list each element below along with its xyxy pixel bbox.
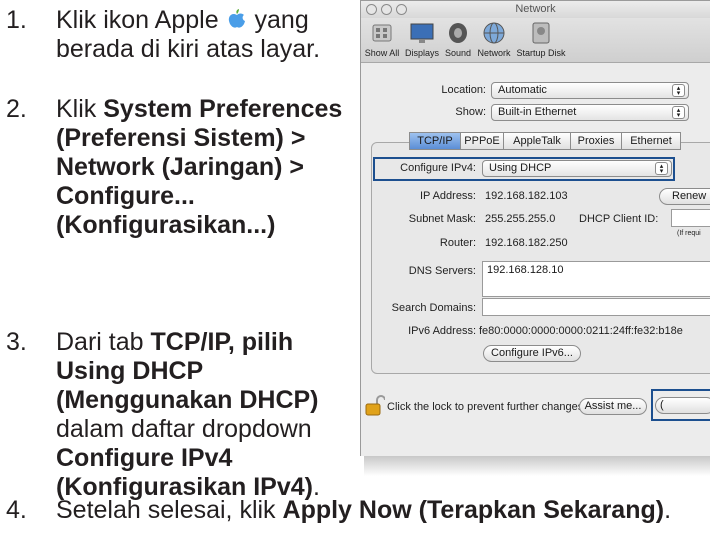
ip-address-value: 192.168.182.103 — [485, 190, 568, 202]
toolbar-startup-disk[interactable]: Startup Disk — [515, 20, 567, 58]
step-text-part: Klik ikon Apple — [56, 6, 219, 34]
lock-text: Click the lock to prevent further change… — [387, 401, 587, 413]
show-select[interactable]: Built-in Ethernet ▴ ▾ — [491, 104, 689, 121]
dns-servers-input[interactable]: 192.168.128.10 — [482, 261, 710, 297]
search-domains-label: Search Domains: — [391, 302, 476, 314]
toolbar-label: Network — [477, 48, 511, 58]
location-select[interactable]: Automatic ▴ ▾ — [491, 82, 689, 99]
router-value: 192.168.182.250 — [485, 237, 568, 249]
minimize-window-button[interactable] — [381, 4, 392, 15]
step-text-part: Setelah selesai, klik — [56, 496, 276, 524]
speaker-icon — [449, 23, 467, 43]
step-text-bold: Apply Now (Terapkan Sekarang) — [282, 496, 665, 524]
apple-icon — [228, 9, 245, 28]
toolbar-label: Show All — [364, 48, 400, 58]
step-text: Setelah selesai, klik Apply Now (Terapka… — [56, 496, 710, 525]
renew-dhcp-button[interactable]: Renew D — [659, 188, 710, 205]
window-shadow — [364, 456, 710, 476]
toolbar: Show All Displays Sound Network Startup … — [361, 18, 710, 63]
step-number: 3. — [6, 328, 27, 356]
configure-ipv4-select[interactable]: Using DHCP ▴ ▾ — [482, 160, 672, 177]
tab-proxies[interactable]: Proxies — [570, 132, 622, 150]
step-number: 1. — [6, 6, 27, 34]
window-title: Network — [515, 3, 556, 15]
globe-icon — [483, 22, 505, 44]
show-label: Show: — [455, 106, 486, 118]
title-bar: Network — [361, 1, 710, 18]
step-text-part: dalam daftar dropdown — [56, 415, 312, 443]
ip-address-label: IP Address: — [419, 190, 476, 202]
step-text: Klik ikon Apple yang berada di kiri atas… — [56, 6, 356, 64]
toolbar-label: Displays — [404, 48, 439, 58]
toolbar-network[interactable]: Network — [475, 20, 513, 58]
router-label: Router: — [439, 237, 476, 249]
disk-icon — [532, 22, 550, 44]
dns-servers-value: 192.168.128.10 — [487, 264, 564, 276]
ipv6-address-label: IPv6 Address: — [408, 325, 476, 337]
subnet-mask-label: Subnet Mask: — [408, 213, 476, 225]
dhcp-client-id-input[interactable] — [671, 209, 710, 227]
updown-arrows-icon: ▴ ▾ — [672, 84, 685, 97]
toolbar-show-all[interactable]: Show All — [363, 20, 401, 58]
subnet-mask-value: 255.255.255.0 — [485, 213, 556, 225]
step-text-bold: Configure IPv4 (Konfigurasikan IPv4) — [56, 444, 313, 501]
ipv6-address-value: fe80:0000:0000:0000:0211:24ff:fe32:b18e — [479, 325, 683, 337]
step-text: Dari tab TCP/IP, pilih Using DHCP (Mengg… — [56, 328, 356, 502]
updown-arrows-icon: ▴ ▾ — [655, 162, 668, 175]
location-label: Location: — [441, 84, 486, 96]
configure-ipv6-button[interactable]: Configure IPv6... — [483, 345, 581, 362]
toolbar-sound[interactable]: Sound — [443, 20, 473, 58]
step-text-part: . — [664, 496, 672, 524]
close-window-button[interactable] — [366, 4, 377, 15]
grid-icon — [372, 24, 392, 42]
step-text: Klik System Preferences (Preferensi Sist… — [56, 95, 356, 240]
configure-ipv4-label: Configure IPv4: — [400, 162, 476, 174]
tab-appletalk[interactable]: AppleTalk — [503, 132, 571, 150]
zoom-window-button[interactable] — [396, 4, 407, 15]
location-value: Automatic — [498, 84, 547, 96]
apply-now-button[interactable]: ( — [655, 397, 710, 414]
dns-servers-label: DNS Servers: — [408, 265, 476, 277]
step-text-bold: System Preferences (Preferensi Sistem) >… — [56, 95, 343, 239]
step-number: 2. — [6, 95, 27, 123]
display-icon — [410, 23, 434, 43]
step-text-part: Dari tab — [56, 328, 144, 356]
dhcp-client-id-note: (If requi — [677, 230, 701, 237]
search-domains-input[interactable] — [482, 298, 710, 316]
toolbar-label: Sound — [444, 48, 472, 58]
lock-icon[interactable] — [365, 394, 385, 416]
show-value: Built-in Ethernet — [498, 106, 577, 118]
toolbar-label: Startup Disk — [516, 48, 566, 58]
dhcp-client-id-label: DHCP Client ID: — [579, 213, 659, 225]
step-number: 4. — [6, 496, 27, 524]
tab-tcpip[interactable]: TCP/IP — [409, 132, 461, 150]
tab-pppoe[interactable]: PPPoE — [460, 132, 504, 150]
step-text-part: Klik — [56, 95, 97, 123]
toolbar-displays[interactable]: Displays — [403, 20, 441, 58]
assist-me-button[interactable]: Assist me... — [579, 398, 647, 415]
updown-arrows-icon: ▴ ▾ — [672, 106, 685, 119]
configure-ipv4-value: Using DHCP — [489, 162, 552, 174]
tab-ethernet[interactable]: Ethernet — [621, 132, 681, 150]
network-preferences-window: Network Show All Displays Sound Network … — [360, 0, 710, 456]
